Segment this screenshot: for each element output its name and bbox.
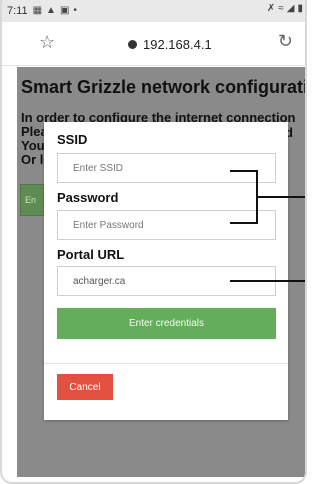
status-left-icons: ▦ ▲ ▣ • xyxy=(33,6,77,16)
annotation-line xyxy=(230,280,305,282)
ssid-input[interactable] xyxy=(57,153,276,183)
browser-url-bar: ☆ 192.168.4.1 ↻ xyxy=(2,22,305,66)
signal-icon: ◢ xyxy=(286,3,295,14)
annotation-line xyxy=(256,196,305,198)
dot-icon: • xyxy=(73,5,77,16)
background-enter-button: En xyxy=(20,184,46,216)
ssid-label: SSID xyxy=(57,132,88,147)
credentials-modal: SSID Password Portal URL Enter credentia… xyxy=(44,122,288,420)
url-text: 192.168.4.1 xyxy=(143,37,212,52)
battery-icon: ▮ xyxy=(297,3,303,14)
gallery-icon: ▦ xyxy=(32,5,43,16)
annotation-line xyxy=(230,222,258,224)
page-title: Smart Grizzle network configuration xyxy=(21,77,307,97)
annotation-line xyxy=(230,170,258,172)
status-time: 7:11 xyxy=(7,5,28,17)
info-icon[interactable] xyxy=(128,40,137,49)
phone-frame: 7:11 ▦ ▲ ▣ • ✗ ≈ ◢ ▮ ☆ 192.168.4.1 ↻ Sma… xyxy=(0,0,307,484)
status-right-icons: ✗ ≈ ◢ ▮ xyxy=(267,4,303,14)
password-input[interactable] xyxy=(57,210,276,240)
reload-icon[interactable]: ↻ xyxy=(278,32,293,50)
cancel-button[interactable]: Cancel xyxy=(57,374,113,400)
wifi-icon: ≈ xyxy=(278,3,284,14)
mute-icon: ✗ xyxy=(266,3,276,14)
enter-credentials-button[interactable]: Enter credentials xyxy=(57,308,276,339)
password-label: Password xyxy=(57,190,119,205)
bookmark-star-icon[interactable]: ☆ xyxy=(39,33,55,51)
warning-icon: ▲ xyxy=(46,5,56,16)
portal-url-label: Portal URL xyxy=(57,247,125,262)
screenshot-icon: ▣ xyxy=(59,5,70,16)
address-field[interactable]: 192.168.4.1 xyxy=(128,37,212,52)
status-bar: 7:11 ▦ ▲ ▣ • ✗ ≈ ◢ ▮ xyxy=(2,0,305,22)
modal-divider xyxy=(44,363,288,364)
